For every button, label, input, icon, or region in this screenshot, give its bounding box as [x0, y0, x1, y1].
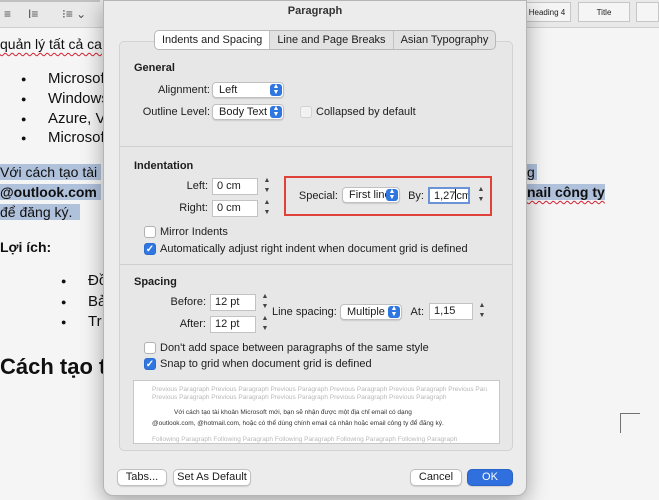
spacing-after-label: After: — [179, 318, 206, 330]
indent-left-label: Left: — [186, 180, 208, 192]
section-divider — [120, 264, 512, 265]
spacing-section-title: Spacing — [134, 276, 177, 288]
outline-level-select[interactable]: Body Text ▲ ▼ — [212, 104, 284, 120]
tab-line-and-page-breaks[interactable]: Line and Page Breaks — [269, 31, 392, 49]
auto-adjust-indent-label: Automatically adjust right indent when d… — [160, 243, 468, 255]
section-divider — [120, 146, 512, 147]
mirror-indents-label: Mirror Indents — [160, 226, 228, 238]
paragraph-preview: Previous Paragraph Previous Paragraph Pr… — [133, 380, 500, 444]
paragraph-dialog: Paragraph General Alignment: Left ▲ ▼ Out… — [103, 0, 527, 496]
indent-left-field[interactable]: 0 cm — [212, 178, 258, 195]
ok-button[interactable]: OK — [467, 469, 513, 486]
general-section-title: General — [134, 62, 175, 74]
preview-previous-line: Previous Paragraph Previous Paragraph Pr… — [152, 394, 447, 401]
collapsed-by-default-label: Collapsed by default — [316, 106, 416, 118]
cancel-button[interactable]: Cancel — [410, 469, 462, 486]
tabs-button[interactable]: Tabs... — [117, 469, 167, 486]
collapsed-by-default-checkbox[interactable] — [300, 106, 312, 118]
spacing-before-stepper[interactable]: ▲ ▼ — [260, 293, 270, 312]
preview-following-line: Following Paragraph Following Paragraph … — [152, 436, 458, 443]
line-spacing-label: Line spacing: — [272, 306, 337, 318]
indent-right-field[interactable]: 0 cm — [212, 200, 258, 217]
chevron-updown-icon: ▲ ▼ — [388, 305, 400, 318]
spacing-after-field[interactable]: 12 pt — [210, 316, 256, 333]
chevron-updown-icon: ▲ ▼ — [270, 105, 282, 118]
preview-previous-line: Previous Paragraph Previous Paragraph Pr… — [152, 386, 487, 393]
spacing-before-label: Before: — [170, 296, 206, 308]
indent-right-stepper[interactable]: ▲ ▼ — [262, 199, 272, 218]
alignment-label: Alignment: — [158, 84, 210, 96]
line-spacing-at-field[interactable]: 1,15 — [429, 303, 473, 320]
tab-asian-typography[interactable]: Asian Typography — [392, 31, 496, 49]
spacing-before-field[interactable]: 12 pt — [210, 294, 256, 311]
dont-add-space-label: Don't add space between paragraphs of th… — [160, 342, 429, 354]
tab-indents-and-spacing[interactable]: Indents and Spacing — [155, 31, 270, 49]
set-as-default-button[interactable]: Set As Default — [173, 469, 251, 486]
snap-to-grid-label: Snap to grid when document grid is defin… — [160, 358, 372, 370]
mirror-indents-checkbox[interactable] — [144, 226, 156, 238]
snap-to-grid-checkbox[interactable]: ✓ — [144, 358, 156, 370]
indentation-section-title: Indentation — [134, 160, 194, 172]
dont-add-space-checkbox[interactable] — [144, 342, 156, 354]
line-spacing-at-label: At: — [410, 306, 424, 318]
indent-right-label: Right: — [179, 202, 208, 214]
indent-left-stepper[interactable]: ▲ ▼ — [262, 177, 272, 196]
line-spacing-select[interactable]: Multiple ▲ ▼ — [340, 304, 402, 320]
outline-level-label: Outline Level: — [142, 106, 210, 118]
line-spacing-at-stepper[interactable]: ▲ ▼ — [477, 302, 487, 321]
alignment-select[interactable]: Left ▲ ▼ — [212, 82, 284, 98]
annotation-highlight-box — [284, 176, 492, 216]
dialog-tab-bar: Indents and Spacing Line and Page Breaks… — [154, 30, 497, 50]
preview-body-line: @outlook.com, @hotmail.com, hoặc có thể … — [152, 420, 444, 427]
auto-adjust-indent-checkbox[interactable]: ✓ — [144, 243, 156, 255]
dialog-title: Paragraph — [287, 5, 343, 17]
spacing-after-stepper[interactable]: ▲ ▼ — [260, 315, 270, 334]
chevron-updown-icon: ▲ ▼ — [270, 83, 282, 96]
